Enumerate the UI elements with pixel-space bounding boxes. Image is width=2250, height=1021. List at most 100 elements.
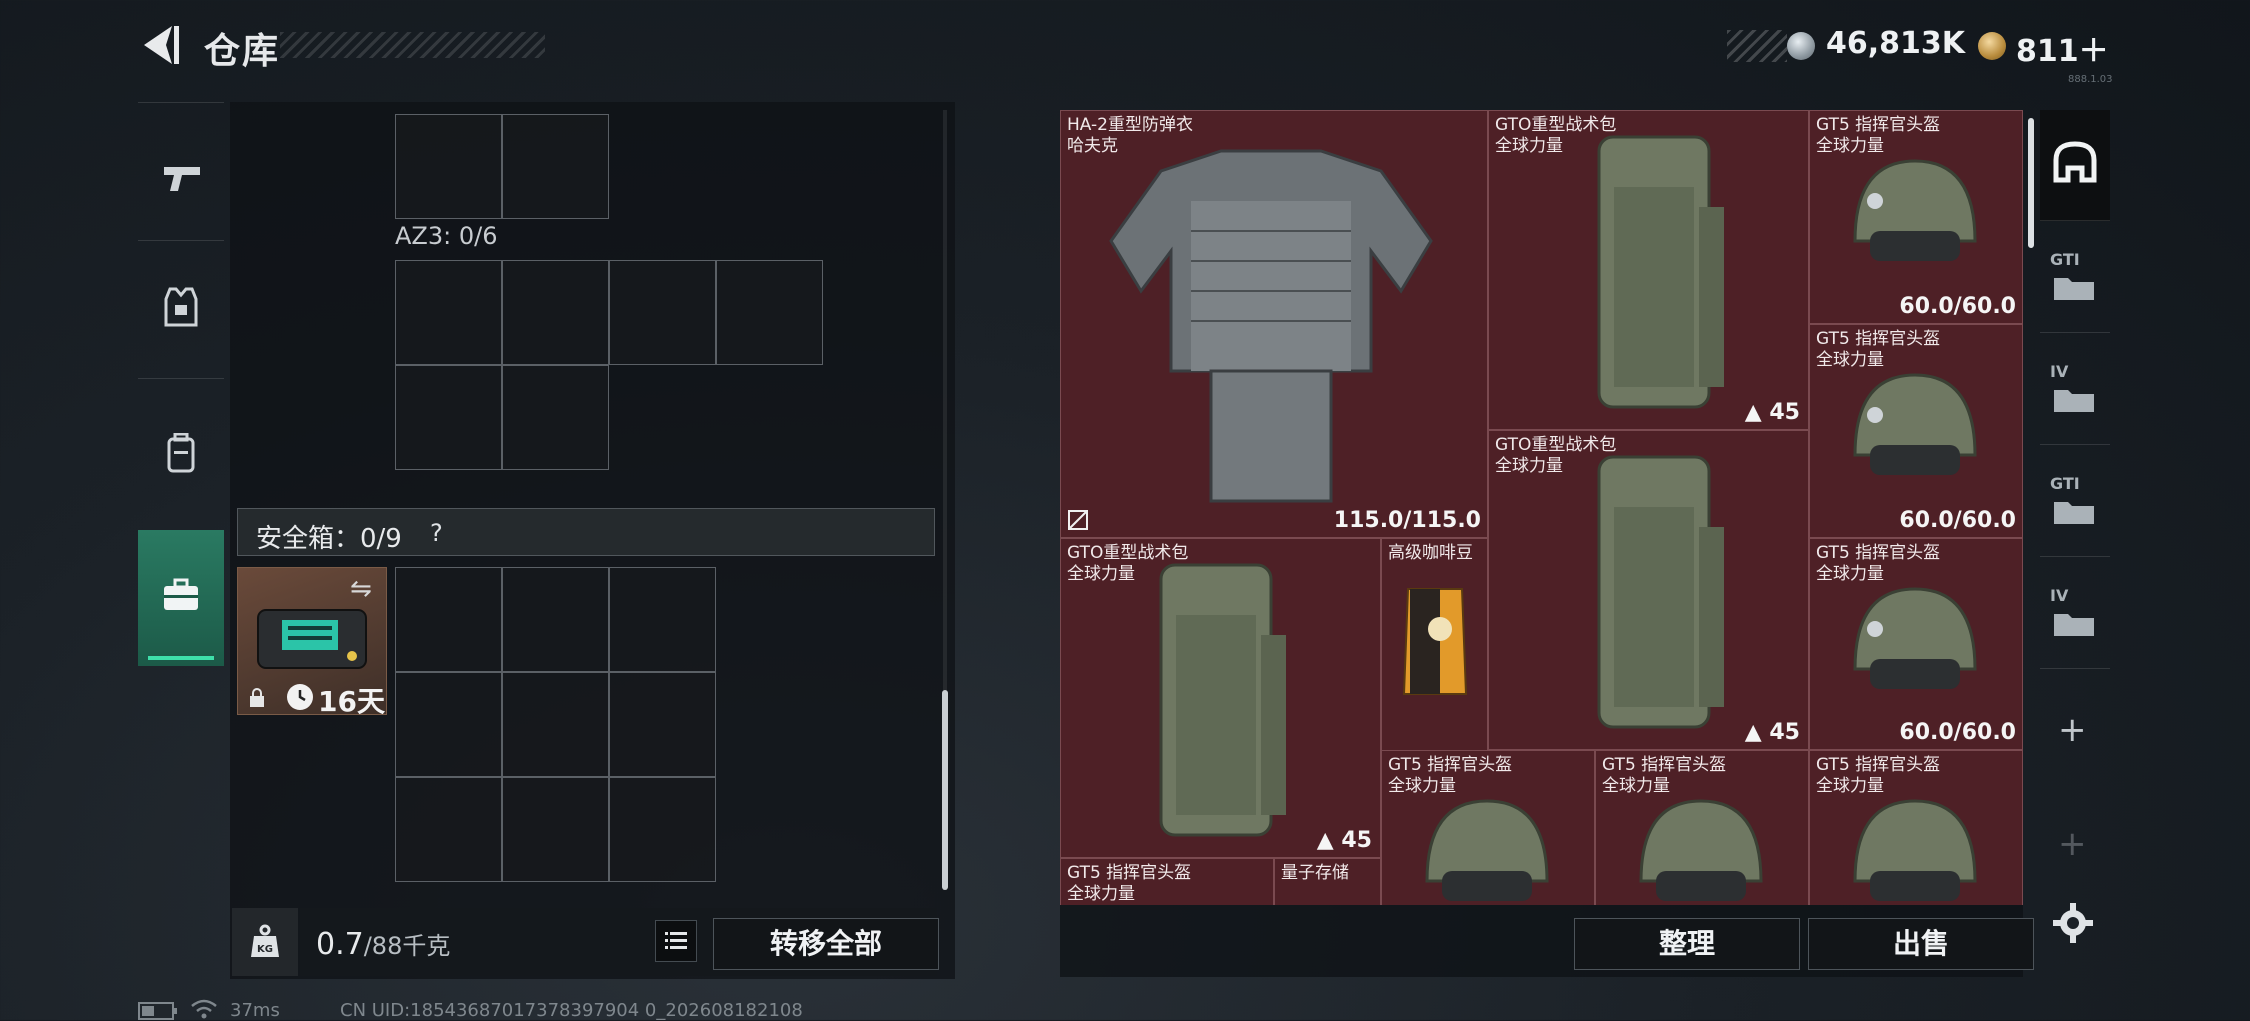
helmet-image [1853, 159, 1977, 261]
tab-stash-4[interactable]: GTI [2040, 446, 2110, 557]
tab-stash-3[interactable]: IV [2040, 334, 2110, 445]
category-backpack[interactable] [138, 378, 224, 515]
tab-label: IV [2050, 362, 2069, 381]
list-icon [665, 932, 687, 949]
silver-currency-amount: 46,813K [1826, 26, 1966, 61]
stash-item-backpack[interactable]: GTO重型战术包 全球力量 ▲ 45 [1488, 110, 1809, 430]
az3-slot[interactable] [502, 260, 609, 365]
category-safe-box[interactable] [138, 530, 224, 666]
repair-icon [1068, 510, 1088, 530]
settings-gear-icon[interactable] [2052, 902, 2094, 944]
az3-slot[interactable] [716, 260, 823, 365]
tab-stash-5[interactable]: IV [2040, 558, 2110, 669]
az3-slot[interactable] [395, 365, 502, 470]
safe-slot[interactable] [395, 777, 502, 882]
stash-item-helmet[interactable]: GT5 指挥官头盔 全球力量 [1381, 750, 1595, 905]
gold-currency-amount[interactable]: 811＋ [2016, 26, 2109, 70]
title-decoration [280, 32, 545, 58]
silver-coin-icon [1787, 32, 1815, 60]
az3-slot[interactable] [609, 260, 716, 365]
item-level: ▲ 45 [1745, 720, 1800, 745]
weight-value: 0.7/88千克 [316, 926, 450, 962]
level-icon: ▲ [1744, 720, 1770, 745]
backpack-image [1597, 455, 1724, 729]
tab-stash-2[interactable]: GTI [2040, 222, 2110, 333]
version-text: 888.1.03 [2068, 74, 2113, 85]
safe-slot[interactable] [502, 777, 609, 882]
vest-icon [164, 287, 198, 327]
list-view-button[interactable] [655, 920, 697, 962]
page-title: 仓库 [204, 31, 281, 72]
item-level-value: 45 [1769, 720, 1800, 745]
weight-max: /88千克 [363, 932, 451, 960]
item-durability: 60.0/60.0 [1899, 294, 2016, 319]
item-name: 高级咖啡豆 [1388, 543, 1473, 563]
item-name: GT5 指挥官头盔 [1816, 543, 1941, 563]
folder-icon [2054, 390, 2094, 412]
safe-slot[interactable] [395, 672, 502, 777]
item-level: ▲ 45 [1745, 400, 1800, 425]
tab-label: IV [2050, 586, 2069, 605]
stash-item-backpack[interactable]: GTO重型战术包 全球力量 ▲ 45 [1488, 430, 1809, 750]
help-icon[interactable]: ? [430, 519, 443, 547]
az3-slot[interactable] [395, 260, 502, 365]
helmet-icon [2053, 141, 2097, 183]
container-slot[interactable] [395, 114, 502, 219]
transfer-all-button[interactable]: 转移全部 [713, 918, 939, 970]
safe-slot[interactable] [609, 672, 716, 777]
category-sidebar [138, 102, 224, 672]
stash-item-helmet[interactable]: GT5 指挥官头盔 全球力量 [1595, 750, 1809, 905]
coffee-bag-image [1402, 588, 1468, 695]
helmet-image [1853, 373, 1977, 475]
stash-item-helmet[interactable]: GT5 指挥官头盔 全球力量 60.0/60.0 [1809, 538, 2023, 750]
safe-box-label: 安全箱：0/9 [256, 524, 402, 554]
item-brand: 全球力量 [1067, 884, 1135, 904]
safe-slot[interactable] [395, 567, 502, 672]
helmet-image [1639, 799, 1763, 901]
item-level: ▲ 45 [1317, 828, 1372, 853]
add-stash-tab-icon[interactable]: + [2058, 710, 2087, 750]
active-indicator [148, 656, 214, 660]
helmet-image [1425, 799, 1549, 901]
stash-scrollbar[interactable] [2028, 118, 2034, 248]
helmet-image [1853, 587, 1977, 689]
tab-main-stash[interactable] [2040, 110, 2110, 221]
item-durability: 60.0/60.0 [1899, 508, 2016, 533]
stash-item-helmet[interactable]: GT5 指挥官头盔 全球力量 [1809, 750, 2023, 905]
category-armor[interactable] [138, 240, 224, 377]
stash-item-armor[interactable]: HA-2重型防弹衣 哈夫克 115.0/115.0 [1060, 110, 1488, 538]
sort-button[interactable]: 整理 [1574, 918, 1800, 970]
item-name: 量子存储 [1281, 863, 1349, 883]
tab-label: GTI [2050, 250, 2080, 269]
briefcase-icon [164, 578, 198, 610]
item-brand: 全球力量 [1067, 564, 1135, 584]
battery-icon [138, 1002, 177, 1020]
stash-tabs: GTI IV GTI IV [2040, 110, 2110, 670]
stash-item-helmet[interactable]: GT5 指挥官头盔 全球力量 60.0/60.0 [1809, 110, 2023, 324]
stash-item-helmet[interactable]: GT5 指挥官头盔 全球力量 60.0/60.0 [1809, 324, 2023, 538]
stash-item-coffee[interactable]: 高级咖啡豆 [1381, 538, 1488, 751]
back-arrow-icon[interactable] [138, 22, 182, 68]
sell-button[interactable]: 出售 [1808, 918, 2034, 970]
safe-slot[interactable] [609, 567, 716, 672]
container-slot[interactable] [502, 114, 609, 219]
ping-text: 37ms [230, 1000, 280, 1021]
wifi-icon [191, 999, 217, 1019]
safe-slot[interactable] [502, 567, 609, 672]
stash-item-quantum-storage[interactable]: 量子存储 [1274, 858, 1381, 905]
stash-item-backpack[interactable]: GTO重型战术包 全球力量 ▲ 45 [1060, 538, 1381, 858]
helmet-image [1853, 799, 1977, 901]
stash-item-helmet[interactable]: GT5 指挥官头盔 全球力量 [1060, 858, 1274, 905]
svg-text:KG: KG [257, 944, 273, 955]
category-weapons[interactable] [138, 102, 224, 239]
gold-coin-icon [1978, 32, 2006, 60]
left-scrollbar-thumb[interactable] [942, 690, 948, 890]
lock-icon [250, 688, 264, 707]
safe-slot[interactable] [609, 777, 716, 882]
item-name: GT5 指挥官头盔 [1816, 329, 1941, 349]
swap-icon[interactable]: ⇋ [350, 574, 372, 604]
safe-slot[interactable] [502, 672, 609, 777]
az3-slot[interactable] [502, 365, 609, 470]
folder-icon [2054, 614, 2094, 636]
item-name: GT5 指挥官头盔 [1602, 755, 1727, 775]
